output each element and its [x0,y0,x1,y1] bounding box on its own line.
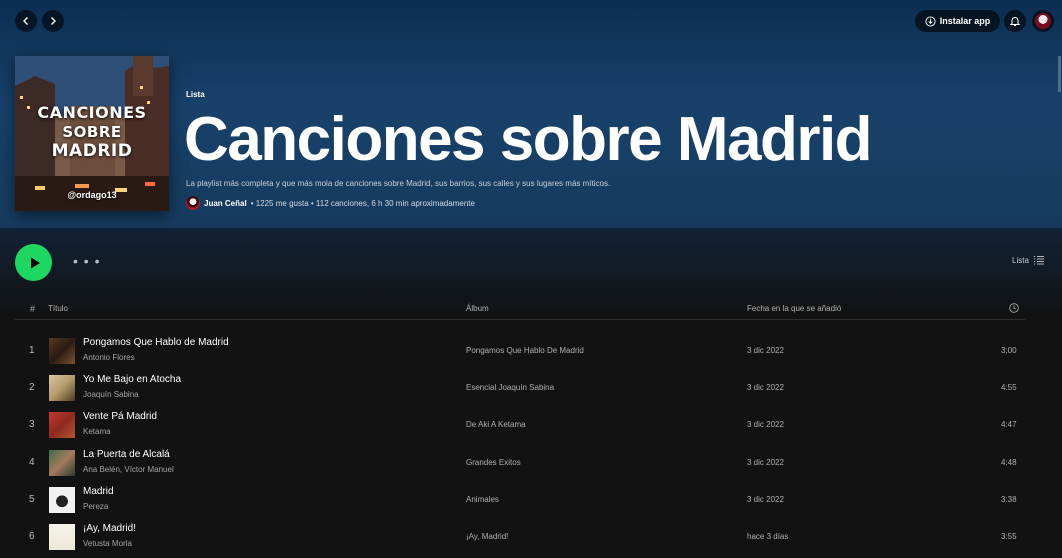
track-title[interactable]: Madrid [83,486,114,497]
top-bar: Instalar app [0,0,1062,44]
notifications-button[interactable] [1004,10,1026,32]
track-title[interactable]: Yo Me Bajo en Atocha [83,374,181,385]
track-row[interactable]: 1 Pongamos Que Hablo de Madrid Antonio F… [15,334,1025,370]
track-number: 6 [29,531,35,542]
track-row[interactable]: 2 Yo Me Bajo en Atocha Joaquín Sabina Es… [15,371,1025,407]
track-row[interactable]: 4 La Puerta de Alcalá Ana Belén, Víctor … [15,446,1025,482]
clock-icon [1009,303,1019,313]
header-duration[interactable] [1009,303,1019,315]
track-artist[interactable]: Pereza [83,502,108,511]
download-icon [925,15,936,27]
track-album-art [49,338,75,364]
track-date-added: 3 dic 2022 [747,495,784,504]
cover-title-line3: MADRID [51,141,133,161]
track-artist[interactable]: Joaquín Sabina [83,390,139,399]
track-artist[interactable]: Antonio Flores [83,353,135,362]
cover-title-line1: CANCIONES [37,103,147,122]
play-icon [30,257,40,268]
cover-title-line2: SOBRE [62,123,122,141]
header-number: # [30,304,36,314]
playlist-description: La playlist más completa y que más mola … [186,179,611,188]
track-number: 2 [29,382,35,393]
track-duration: 3:38 [1001,495,1017,504]
view-mode-toggle[interactable]: Lista [1012,255,1044,265]
track-album[interactable]: Esencial Joaquín Sabina [466,383,554,392]
tracklist-header: # Título Álbum Fecha en la que se añadió [15,298,1025,320]
track-duration: 3:55 [1001,532,1017,541]
playlist-cover[interactable]: CANCIONES SOBRE MADRID @ordago13 [15,56,169,211]
track-number: 3 [29,419,35,430]
track-album[interactable]: De Aki A Ketama [466,420,526,429]
more-options-button[interactable]: • • • [73,253,100,269]
track-date-added: 3 dic 2022 [747,383,784,392]
forward-button[interactable] [42,10,64,32]
chevron-right-icon [51,17,56,25]
playlist-meta: Juan Ceñal • 1225 me gusta • 112 cancion… [186,195,475,211]
play-button[interactable] [15,244,52,281]
track-title[interactable]: ¡Ay, Madrid! [83,523,136,534]
track-date-added: 3 dic 2022 [747,420,784,429]
cover-handle: @ordago13 [67,190,117,200]
track-duration: 4:47 [1001,420,1017,429]
track-album-art [49,450,75,476]
track-title[interactable]: Pongamos Que Hablo de Madrid [83,337,229,348]
track-artist[interactable]: Ana Belén, Víctor Manuel [83,465,174,474]
track-date-added: 3 dic 2022 [747,458,784,467]
track-duration: 3:00 [1001,346,1017,355]
track-number: 5 [29,494,35,505]
list-icon [1033,256,1044,265]
install-app-button[interactable]: Instalar app [915,10,1000,32]
track-album[interactable]: ¡Ay, Madrid! [466,532,508,541]
bell-icon [1009,17,1021,26]
track-number: 1 [29,345,35,356]
track-row[interactable]: 6 ¡Ay, Madrid! Vetusta Morla ¡Ay, Madrid… [15,520,1025,556]
track-album[interactable]: Grandes Exitos [466,458,521,467]
track-artist[interactable]: Ketama [83,427,111,436]
track-album[interactable]: Animales [466,495,499,504]
header-date-added[interactable]: Fecha en la que se añadió [747,304,841,313]
spotify-app: Instalar app CANCIONES SOBRE MADRID @ord… [0,0,1062,558]
playlist-type-label: Lista [186,90,205,99]
track-date-added: hace 3 días [747,532,789,541]
track-duration: 4:48 [1001,458,1017,467]
track-date-added: 3 dic 2022 [747,346,784,355]
track-duration: 4:55 [1001,383,1017,392]
chevron-left-icon [23,17,28,25]
user-menu-button[interactable] [1032,10,1054,32]
track-album-art [49,487,75,513]
track-album[interactable]: Pongamos Que Hablo De Madrid [466,346,584,355]
track-album-art [49,524,75,550]
track-title[interactable]: La Puerta de Alcalá [83,449,170,460]
user-avatar [1035,13,1051,29]
track-row[interactable]: 3 Vente Pá Madrid Ketama De Aki A Ketama… [15,408,1025,444]
track-album-art [49,375,75,401]
track-number: 4 [29,457,35,468]
scrollbar-thumb[interactable] [1058,56,1061,92]
playlist-stats: • 1225 me gusta • 112 canciones, 6 h 30 … [250,198,475,208]
playlist-title[interactable]: Canciones sobre Madrid [184,100,873,180]
track-album-art [49,412,75,438]
track-title[interactable]: Vente Pá Madrid [83,411,157,422]
view-mode-label: Lista [1012,255,1029,265]
header-album[interactable]: Álbum [466,304,489,313]
back-button[interactable] [15,10,37,32]
owner-name[interactable]: Juan Ceñal [204,199,247,208]
install-app-label: Instalar app [939,16,991,26]
owner-avatar[interactable] [186,196,200,210]
header-title[interactable]: Título [48,304,68,313]
track-artist[interactable]: Vetusta Morla [83,539,132,548]
track-row[interactable]: 5 Madrid Pereza Animales 3 dic 2022 3:38 [15,483,1025,519]
